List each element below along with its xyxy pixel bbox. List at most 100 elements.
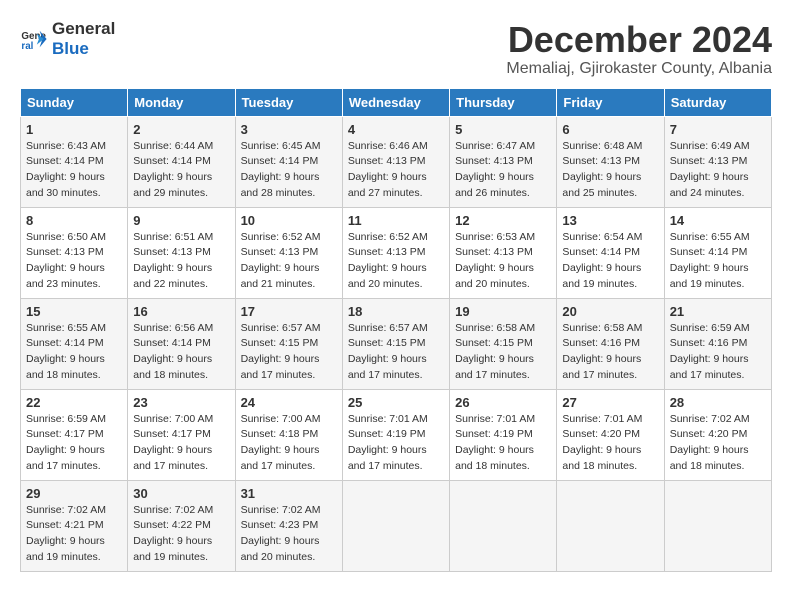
sunset-text: Sunset: 4:14 PM xyxy=(241,155,319,167)
calendar-cell: 11 Sunrise: 6:52 AM Sunset: 4:13 PM Dayl… xyxy=(342,207,449,298)
calendar-cell: 22 Sunrise: 6:59 AM Sunset: 4:17 PM Dayl… xyxy=(21,389,128,480)
day-info: Sunrise: 6:59 AM Sunset: 4:17 PM Dayligh… xyxy=(26,412,122,475)
day-number: 29 xyxy=(26,486,122,501)
calendar-header-row: SundayMondayTuesdayWednesdayThursdayFrid… xyxy=(21,88,772,116)
sunset-text: Sunset: 4:13 PM xyxy=(455,155,533,167)
day-info: Sunrise: 6:57 AM Sunset: 4:15 PM Dayligh… xyxy=(348,321,444,384)
daylight-text: Daylight: 9 hours and 20 minutes. xyxy=(455,262,534,290)
title-area: December 2024 Memaliaj, Gjirokaster Coun… xyxy=(506,20,772,78)
day-number: 19 xyxy=(455,304,551,319)
sunrise-text: Sunrise: 6:53 AM xyxy=(455,231,535,243)
day-info: Sunrise: 6:47 AM Sunset: 4:13 PM Dayligh… xyxy=(455,139,551,202)
sunrise-text: Sunrise: 6:51 AM xyxy=(133,231,213,243)
calendar-cell: 28 Sunrise: 7:02 AM Sunset: 4:20 PM Dayl… xyxy=(664,389,771,480)
day-header-monday: Monday xyxy=(128,88,235,116)
sunrise-text: Sunrise: 6:45 AM xyxy=(241,140,321,152)
day-info: Sunrise: 6:52 AM Sunset: 4:13 PM Dayligh… xyxy=(348,230,444,293)
sunset-text: Sunset: 4:16 PM xyxy=(562,337,640,349)
day-info: Sunrise: 6:54 AM Sunset: 4:14 PM Dayligh… xyxy=(562,230,658,293)
calendar-cell: 26 Sunrise: 7:01 AM Sunset: 4:19 PM Dayl… xyxy=(450,389,557,480)
day-info: Sunrise: 6:48 AM Sunset: 4:13 PM Dayligh… xyxy=(562,139,658,202)
day-number: 4 xyxy=(348,122,444,137)
calendar-week-row: 22 Sunrise: 6:59 AM Sunset: 4:17 PM Dayl… xyxy=(21,389,772,480)
sunset-text: Sunset: 4:17 PM xyxy=(26,428,104,440)
day-number: 13 xyxy=(562,213,658,228)
day-number: 24 xyxy=(241,395,337,410)
calendar-cell: 9 Sunrise: 6:51 AM Sunset: 4:13 PM Dayli… xyxy=(128,207,235,298)
sunset-text: Sunset: 4:13 PM xyxy=(455,246,533,258)
daylight-text: Daylight: 9 hours and 17 minutes. xyxy=(455,353,534,381)
calendar-week-row: 8 Sunrise: 6:50 AM Sunset: 4:13 PM Dayli… xyxy=(21,207,772,298)
day-number: 21 xyxy=(670,304,766,319)
day-info: Sunrise: 7:00 AM Sunset: 4:18 PM Dayligh… xyxy=(241,412,337,475)
month-title: December 2024 xyxy=(506,20,772,60)
daylight-text: Daylight: 9 hours and 19 minutes. xyxy=(26,535,105,563)
daylight-text: Daylight: 9 hours and 20 minutes. xyxy=(348,262,427,290)
daylight-text: Daylight: 9 hours and 17 minutes. xyxy=(348,353,427,381)
daylight-text: Daylight: 9 hours and 30 minutes. xyxy=(26,171,105,199)
sunrise-text: Sunrise: 6:46 AM xyxy=(348,140,428,152)
sunrise-text: Sunrise: 6:58 AM xyxy=(455,322,535,334)
sunrise-text: Sunrise: 6:44 AM xyxy=(133,140,213,152)
sunrise-text: Sunrise: 7:02 AM xyxy=(133,504,213,516)
daylight-text: Daylight: 9 hours and 17 minutes. xyxy=(241,353,320,381)
day-number: 6 xyxy=(562,122,658,137)
day-info: Sunrise: 6:43 AM Sunset: 4:14 PM Dayligh… xyxy=(26,139,122,202)
day-number: 3 xyxy=(241,122,337,137)
sunrise-text: Sunrise: 6:58 AM xyxy=(562,322,642,334)
day-number: 12 xyxy=(455,213,551,228)
day-number: 5 xyxy=(455,122,551,137)
calendar-cell: 1 Sunrise: 6:43 AM Sunset: 4:14 PM Dayli… xyxy=(21,116,128,207)
daylight-text: Daylight: 9 hours and 18 minutes. xyxy=(562,444,641,472)
calendar-cell: 21 Sunrise: 6:59 AM Sunset: 4:16 PM Dayl… xyxy=(664,298,771,389)
sunset-text: Sunset: 4:20 PM xyxy=(670,428,748,440)
day-header-friday: Friday xyxy=(557,88,664,116)
sunset-text: Sunset: 4:18 PM xyxy=(241,428,319,440)
calendar-cell: 3 Sunrise: 6:45 AM Sunset: 4:14 PM Dayli… xyxy=(235,116,342,207)
sunset-text: Sunset: 4:13 PM xyxy=(348,246,426,258)
sunrise-text: Sunrise: 7:00 AM xyxy=(241,413,321,425)
daylight-text: Daylight: 9 hours and 17 minutes. xyxy=(562,353,641,381)
day-number: 31 xyxy=(241,486,337,501)
day-number: 15 xyxy=(26,304,122,319)
daylight-text: Daylight: 9 hours and 19 minutes. xyxy=(133,535,212,563)
sunset-text: Sunset: 4:14 PM xyxy=(26,155,104,167)
sunrise-text: Sunrise: 6:50 AM xyxy=(26,231,106,243)
sunset-text: Sunset: 4:17 PM xyxy=(133,428,211,440)
daylight-text: Daylight: 9 hours and 27 minutes. xyxy=(348,171,427,199)
day-info: Sunrise: 6:57 AM Sunset: 4:15 PM Dayligh… xyxy=(241,321,337,384)
sunrise-text: Sunrise: 7:02 AM xyxy=(670,413,750,425)
day-info: Sunrise: 6:55 AM Sunset: 4:14 PM Dayligh… xyxy=(670,230,766,293)
calendar-week-row: 29 Sunrise: 7:02 AM Sunset: 4:21 PM Dayl… xyxy=(21,480,772,571)
daylight-text: Daylight: 9 hours and 19 minutes. xyxy=(670,262,749,290)
day-number: 25 xyxy=(348,395,444,410)
calendar-cell: 25 Sunrise: 7:01 AM Sunset: 4:19 PM Dayl… xyxy=(342,389,449,480)
day-info: Sunrise: 6:44 AM Sunset: 4:14 PM Dayligh… xyxy=(133,139,229,202)
sunset-text: Sunset: 4:16 PM xyxy=(670,337,748,349)
day-number: 14 xyxy=(670,213,766,228)
daylight-text: Daylight: 9 hours and 21 minutes. xyxy=(241,262,320,290)
day-info: Sunrise: 7:01 AM Sunset: 4:19 PM Dayligh… xyxy=(455,412,551,475)
sunset-text: Sunset: 4:15 PM xyxy=(241,337,319,349)
calendar-cell: 6 Sunrise: 6:48 AM Sunset: 4:13 PM Dayli… xyxy=(557,116,664,207)
calendar-cell: 15 Sunrise: 6:55 AM Sunset: 4:14 PM Dayl… xyxy=(21,298,128,389)
daylight-text: Daylight: 9 hours and 20 minutes. xyxy=(241,535,320,563)
daylight-text: Daylight: 9 hours and 17 minutes. xyxy=(348,444,427,472)
day-info: Sunrise: 7:02 AM Sunset: 4:22 PM Dayligh… xyxy=(133,503,229,566)
sunrise-text: Sunrise: 7:00 AM xyxy=(133,413,213,425)
calendar-cell: 4 Sunrise: 6:46 AM Sunset: 4:13 PM Dayli… xyxy=(342,116,449,207)
calendar-cell: 30 Sunrise: 7:02 AM Sunset: 4:22 PM Dayl… xyxy=(128,480,235,571)
sunset-text: Sunset: 4:23 PM xyxy=(241,519,319,531)
day-number: 1 xyxy=(26,122,122,137)
day-number: 11 xyxy=(348,213,444,228)
daylight-text: Daylight: 9 hours and 17 minutes. xyxy=(241,444,320,472)
daylight-text: Daylight: 9 hours and 22 minutes. xyxy=(133,262,212,290)
sunset-text: Sunset: 4:14 PM xyxy=(670,246,748,258)
sunset-text: Sunset: 4:14 PM xyxy=(26,337,104,349)
calendar-cell xyxy=(450,480,557,571)
daylight-text: Daylight: 9 hours and 17 minutes. xyxy=(133,444,212,472)
daylight-text: Daylight: 9 hours and 18 minutes. xyxy=(455,444,534,472)
location-title: Memaliaj, Gjirokaster County, Albania xyxy=(506,60,772,78)
daylight-text: Daylight: 9 hours and 19 minutes. xyxy=(562,262,641,290)
page-header: Gene ral General Blue December 2024 Mema… xyxy=(20,20,772,78)
